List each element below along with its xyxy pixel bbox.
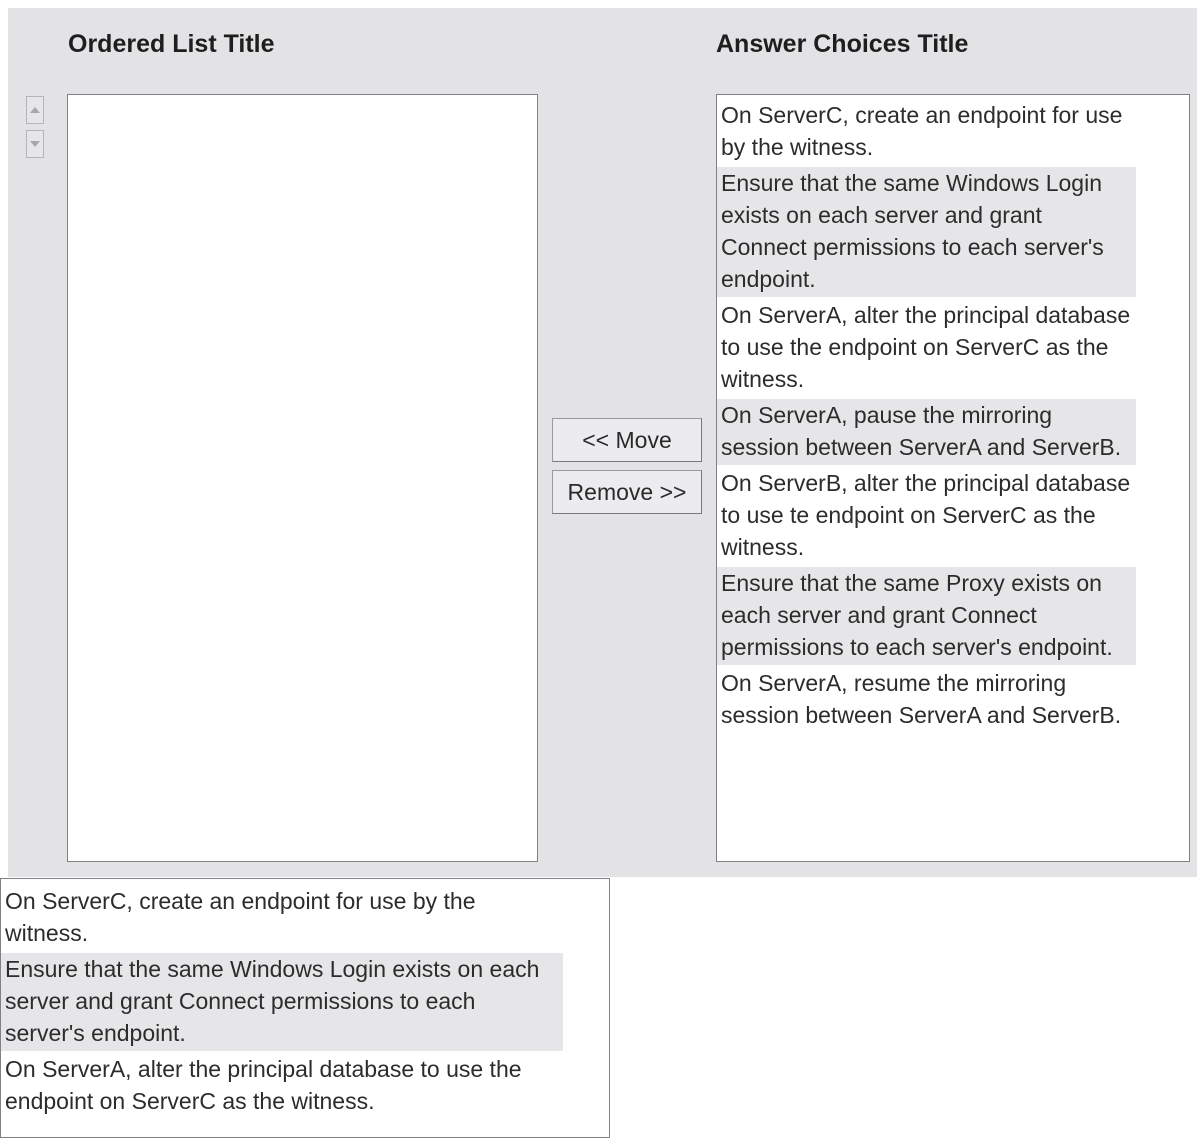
ordered-list-title: Ordered List Title <box>68 30 275 58</box>
answer-choice-item[interactable]: On ServerC, create an endpoint for use b… <box>717 99 1136 165</box>
answer-choice-item[interactable]: On ServerA, pause the mirroring session … <box>717 399 1136 465</box>
move-up-button[interactable] <box>26 96 44 124</box>
move-down-button[interactable] <box>26 130 44 158</box>
answer-choices-list: On ServerC, create an endpoint for use b… <box>716 94 1190 862</box>
reorder-controls <box>26 96 46 164</box>
answer-choice-item[interactable]: On ServerA, alter the principal database… <box>717 299 1136 397</box>
list-item[interactable]: On ServerA, alter the principal database… <box>1 1053 563 1119</box>
move-button[interactable]: << Move <box>552 418 702 462</box>
ordered-list-box[interactable] <box>67 94 538 862</box>
list-item[interactable]: On ServerC, create an endpoint for use b… <box>1 885 563 951</box>
answer-choice-item[interactable]: On ServerB, alter the principal database… <box>717 467 1136 565</box>
drag-drop-question-panel: Ordered List Title Answer Choices Title … <box>8 8 1197 877</box>
answer-choices-title: Answer Choices Title <box>716 30 969 58</box>
answer-choice-item[interactable]: Ensure that the same Windows Login exist… <box>717 167 1136 297</box>
arrow-down-icon <box>30 141 40 147</box>
arrow-up-icon <box>30 107 40 113</box>
answer-choice-item[interactable]: On ServerA, resume the mirroring session… <box>717 667 1136 733</box>
answer-list-preview: On ServerC, create an endpoint for use b… <box>0 878 610 1138</box>
list-item[interactable]: Ensure that the same Windows Login exist… <box>1 953 563 1051</box>
answer-choice-item[interactable]: Ensure that the same Proxy exists on eac… <box>717 567 1136 665</box>
remove-button[interactable]: Remove >> <box>552 470 702 514</box>
